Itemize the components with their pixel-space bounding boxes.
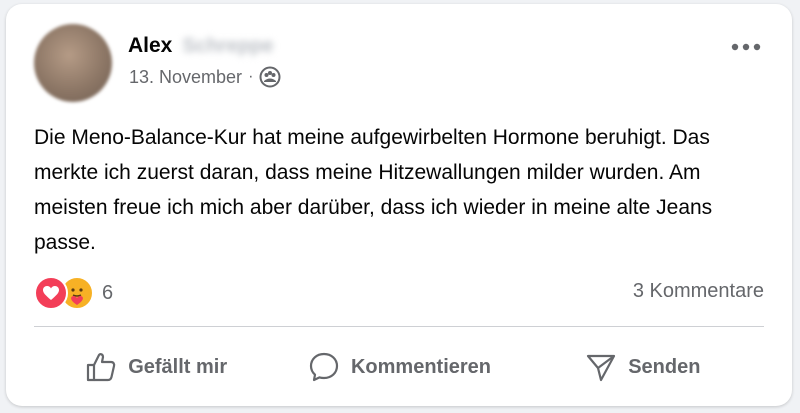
comments-count[interactable]: 3 Kommentare xyxy=(633,280,764,303)
friends-icon[interactable] xyxy=(259,66,281,88)
comment-label: Kommentieren xyxy=(350,355,491,378)
divider xyxy=(34,326,764,327)
post-meta: 13. November · xyxy=(129,66,281,88)
comment-button[interactable]: Kommentieren xyxy=(277,342,520,392)
post-text: Die Meno-Balance-Kur hat meine aufgewirb… xyxy=(34,126,713,254)
meta-separator: · xyxy=(248,68,254,85)
post-actions: Gefällt mir Kommentieren Senden xyxy=(34,342,764,392)
send-icon xyxy=(584,350,618,384)
author-name[interactable]: Alex xyxy=(128,34,172,58)
comment-icon xyxy=(307,350,341,384)
post-date[interactable]: 13. November xyxy=(129,67,242,88)
post-card: Alex Schreppe 13. November · Die Meno-Ba… xyxy=(6,4,792,406)
like-label: Gefällt mir xyxy=(128,355,228,378)
author-row: Alex Schreppe xyxy=(128,34,274,58)
send-button[interactable]: Senden xyxy=(521,342,764,392)
author-surname-blurred[interactable]: Schreppe xyxy=(182,35,273,58)
send-label: Senden xyxy=(628,355,701,378)
love-reaction-icon xyxy=(34,276,68,310)
avatar[interactable] xyxy=(34,24,112,102)
reactions-summary[interactable]: 6 xyxy=(34,276,113,310)
thumbs-up-icon xyxy=(84,350,118,384)
reaction-count: 6 xyxy=(102,281,114,304)
more-options-button[interactable] xyxy=(728,34,764,60)
like-button[interactable]: Gefällt mir xyxy=(34,342,277,392)
more-dots-icon xyxy=(731,43,761,51)
